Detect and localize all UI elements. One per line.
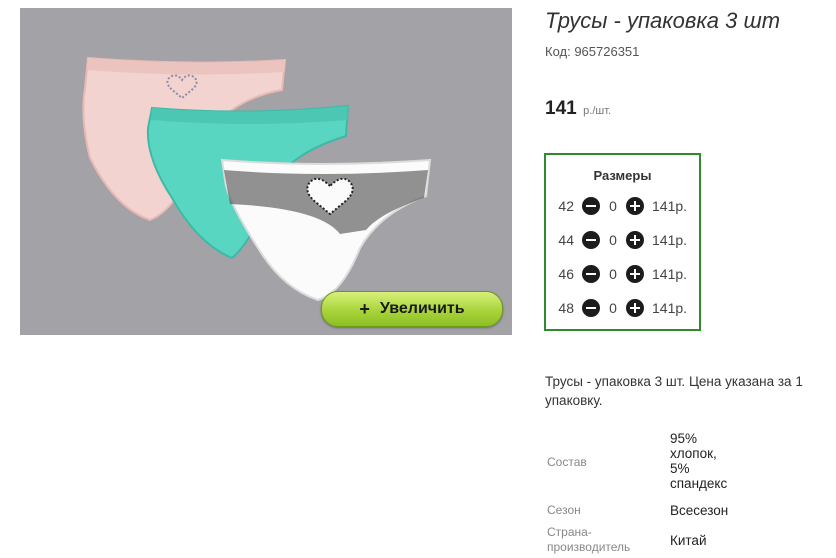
plus-icon: +: [359, 298, 370, 319]
size-quantity: 0: [609, 232, 617, 248]
size-quantity: 0: [609, 198, 617, 214]
product-sku: Код: 965726351: [545, 44, 640, 59]
attr-label-composition: Состав: [547, 455, 587, 469]
size-row-46: 46 0 141р.: [546, 264, 699, 286]
size-selector: Размеры 42 0 141р. 44 0 141р. 46 0 141р.…: [544, 153, 701, 331]
plus-icon[interactable]: [626, 299, 644, 317]
size-label: 42: [558, 198, 574, 214]
plus-icon[interactable]: [626, 231, 644, 249]
size-quantity: 0: [609, 300, 617, 316]
product-price: 141 р./шт.: [545, 98, 611, 120]
product-description: Трусы - упаковка 3 шт. Цена указана за 1…: [545, 374, 803, 408]
size-price: 141р.: [652, 198, 688, 214]
size-row-48: 48 0 141р.: [546, 298, 699, 320]
attr-value-composition: 95% хлопок, 5% спандекс: [670, 431, 728, 491]
size-price: 141р.: [652, 300, 688, 316]
minus-icon[interactable]: [582, 197, 600, 215]
zoom-button-label: Увеличить: [379, 300, 465, 317]
attr-label-season: Сезон: [547, 503, 581, 517]
product-illustration: [82, 56, 432, 302]
size-row-42: 42 0 141р.: [546, 196, 699, 218]
size-price: 141р.: [652, 266, 688, 282]
attr-value-country: Китай: [670, 533, 707, 548]
product-image[interactable]: + Увеличить: [20, 8, 512, 335]
attr-value-season: Всесезон: [670, 503, 729, 518]
size-label: 48: [558, 300, 574, 316]
product-title: Трусы - упаковка 3 шт: [545, 8, 781, 33]
minus-icon[interactable]: [582, 265, 600, 283]
minus-icon[interactable]: [582, 231, 600, 249]
plus-icon[interactable]: [626, 197, 644, 215]
price-unit: р./шт.: [583, 105, 612, 117]
minus-icon[interactable]: [582, 299, 600, 317]
plus-icon[interactable]: [626, 265, 644, 283]
size-label: 46: [558, 266, 574, 282]
price-value: 141: [545, 98, 577, 119]
size-row-44: 44 0 141р.: [546, 230, 699, 252]
size-selector-header: Размеры: [593, 168, 652, 183]
size-label: 44: [558, 232, 574, 248]
size-quantity: 0: [609, 266, 617, 282]
size-price: 141р.: [652, 232, 688, 248]
attr-label-country: Страна-производитель: [547, 525, 631, 554]
zoom-button[interactable]: + Увеличить: [321, 291, 503, 327]
